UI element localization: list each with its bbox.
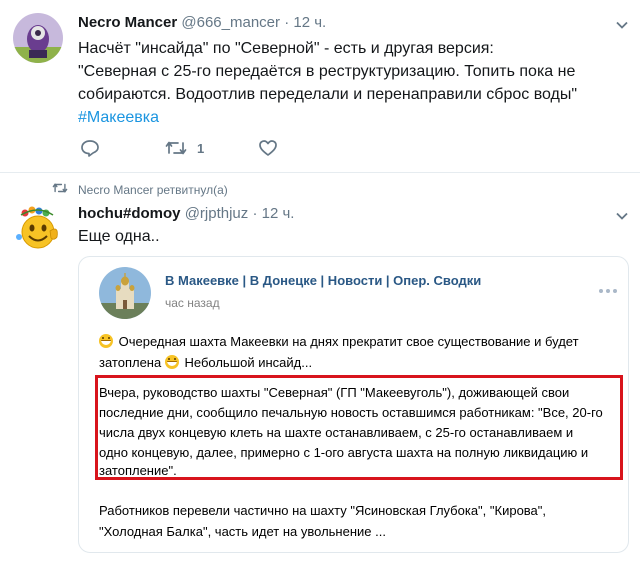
timestamp[interactable]: 12 ч. bbox=[262, 205, 295, 222]
avatar[interactable] bbox=[13, 13, 63, 63]
post-time: час назад bbox=[165, 296, 220, 310]
tweet-text-line: "Северная с 25-го передаётся в реструкту… bbox=[78, 63, 576, 80]
chevron-down-icon[interactable] bbox=[614, 17, 630, 33]
heart-icon bbox=[258, 138, 278, 158]
retweet-banner[interactable]: Necro Mancer ретвитнул(а) bbox=[52, 181, 228, 198]
quote-line: затопление". bbox=[99, 463, 177, 478]
retweet-icon bbox=[52, 181, 78, 198]
reply-button[interactable] bbox=[80, 137, 100, 159]
grin-emoji-icon bbox=[164, 355, 179, 369]
quote-line: числа двух концевую клеть на шахте остан… bbox=[99, 425, 574, 440]
group-name-link[interactable]: В Макеевке | В Донецке | Новости | Опер.… bbox=[165, 273, 481, 288]
tweet-text-line: Насчёт "инсайда" по "Северной" - есть и … bbox=[78, 40, 494, 57]
tweet-hochu-domoy[interactable]: Necro Mancer ретвитнул(а) hochu#domoy @r… bbox=[0, 173, 640, 567]
separator-dot: · bbox=[284, 14, 290, 31]
avatar[interactable] bbox=[13, 203, 63, 253]
embedded-image-card[interactable]: В Макеевке | В Донецке | Новости | Опер.… bbox=[78, 256, 629, 553]
post-intro-line: затоплена Небольшой инсайд... bbox=[99, 352, 312, 373]
tweet-necro-mancer[interactable]: Necro Mancer @666_mancer · 12 ч. Насчёт … bbox=[0, 0, 640, 173]
like-button[interactable] bbox=[258, 137, 278, 159]
group-avatar[interactable] bbox=[99, 267, 151, 319]
separator-dot: · bbox=[252, 205, 258, 222]
retweet-banner-text: Necro Mancer ретвитнул(а) bbox=[78, 182, 228, 197]
display-name[interactable]: Necro Mancer bbox=[78, 14, 177, 31]
chevron-down-icon[interactable] bbox=[614, 208, 630, 224]
quote-line: Вчера, руководство шахты "Северная" (ГП … bbox=[99, 385, 570, 400]
user-handle[interactable]: @rjpthjuz bbox=[185, 205, 249, 222]
tweet-text: Еще одна.. bbox=[78, 228, 160, 245]
timestamp[interactable]: 12 ч. bbox=[293, 14, 326, 31]
post-intro-line: Очередная шахта Макеевки на днях прекрат… bbox=[99, 331, 579, 352]
tweet-header: Necro Mancer @666_mancer · 12 ч. bbox=[78, 14, 326, 31]
grin-emoji-icon bbox=[99, 334, 113, 348]
post-outro-line: "Холодная Балка", часть идет на увольнен… bbox=[99, 524, 386, 539]
retweet-count: 1 bbox=[197, 140, 205, 156]
tweet-text-line: собираются. Водоотлив переделали и перен… bbox=[78, 86, 578, 103]
post-text-span: Небольшой инсайд... bbox=[184, 355, 313, 370]
hashtag-link[interactable]: #Макеевка bbox=[78, 106, 159, 129]
reply-icon bbox=[80, 138, 100, 158]
post-text-span: затоплена bbox=[99, 355, 162, 370]
quote-line: последние дни, сообщило печальную новост… bbox=[99, 405, 603, 420]
retweet-button[interactable]: 1 bbox=[165, 137, 204, 159]
post-text-span: Очередная шахта Макеевки на днях прекрат… bbox=[118, 334, 579, 349]
more-dots-icon[interactable] bbox=[598, 281, 618, 299]
user-handle[interactable]: @666_mancer bbox=[181, 14, 280, 31]
tweet-header: hochu#domoy @rjpthjuz · 12 ч. bbox=[78, 205, 294, 222]
retweet-icon bbox=[165, 138, 187, 158]
display-name[interactable]: hochu#domoy bbox=[78, 205, 181, 222]
post-outro-line: Работников перевели частично на шахту "Я… bbox=[99, 503, 547, 518]
